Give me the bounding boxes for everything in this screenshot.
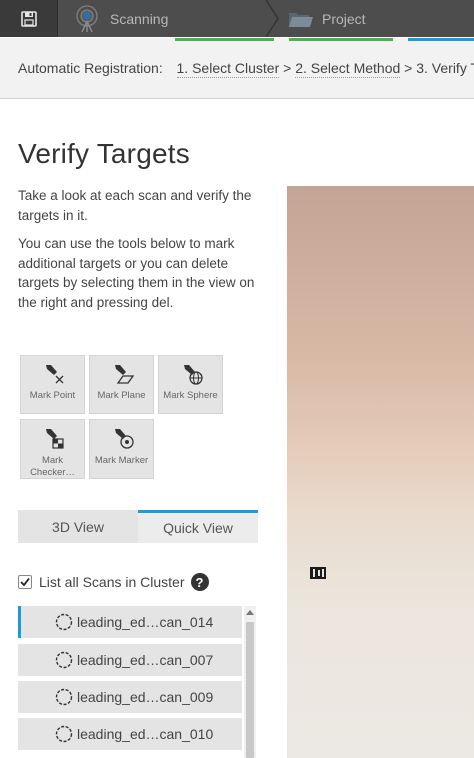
workflow-bar: Automatic Registration: 1. Select Cluste… — [0, 38, 474, 99]
mark-plane-icon — [115, 365, 134, 384]
nav-project[interactable]: Project — [288, 0, 366, 37]
mark-sphere-label: Mark Sphere — [163, 390, 218, 401]
mark-marker-icon — [115, 429, 134, 449]
mark-point-label: Mark Point — [29, 390, 76, 401]
step1-indicator — [175, 38, 274, 41]
scan-name: leading_ed…can_007 — [77, 652, 214, 668]
help-icon[interactable]: ? — [190, 573, 209, 591]
list-all-scans-row: List all Scans in Cluster ? — [18, 573, 209, 591]
step3-indicator — [408, 38, 474, 41]
nav-project-label: Project — [322, 10, 366, 27]
nav-scanning[interactable]: Scanning — [72, 0, 168, 37]
workflow-separator: > — [283, 60, 292, 76]
scan-name: leading_ed…can_010 — [77, 726, 214, 742]
tab-3d-view[interactable]: 3D View — [18, 510, 138, 543]
folder-icon — [288, 10, 314, 28]
workflow-step-select-cluster[interactable]: 1. Select Cluster — [176, 60, 280, 78]
step2-indicator — [289, 38, 393, 41]
scan-list-item[interactable]: leading_ed…can_014 — [18, 606, 242, 638]
list-all-scans-checkbox[interactable] — [18, 575, 32, 589]
workflow-prefix: Automatic Registration: — [18, 60, 163, 76]
top-bar: Scanning Project — [0, 0, 474, 37]
scan-list-item[interactable]: leading_ed…can_009 — [18, 681, 242, 713]
mark-plane-button[interactable]: Mark Plane — [89, 355, 154, 414]
tab-quick-view[interactable]: Quick View — [138, 510, 258, 543]
workflow-step-select-method[interactable]: 2. Select Method — [295, 60, 401, 78]
page-title: Verify Targets — [18, 138, 190, 169]
mark-checkerboard-label: Mark Checker… — [30, 455, 75, 478]
tools-help-text: You can use the tools below to mark addi… — [18, 236, 255, 310]
instructions-text: Take a look at each scan and verify the … — [18, 188, 252, 223]
mark-plane-label: Mark Plane — [97, 390, 146, 401]
workflow-separator: > — [404, 60, 413, 76]
mark-marker-label: Mark Marker — [94, 455, 149, 466]
scanner-icon — [72, 4, 102, 34]
scrollbar-thumb[interactable] — [246, 622, 254, 758]
workflow-step-verify-targets: 3. Verify Ta — [416, 60, 474, 76]
scan-name: leading_ed…can_009 — [77, 689, 214, 705]
scan-loading-icon — [55, 725, 73, 743]
target-marker-icon[interactable] — [310, 567, 326, 579]
mark-checkerboard-icon — [46, 429, 64, 449]
scan-list-item[interactable]: leading_ed…can_010 — [18, 718, 242, 750]
mark-marker-button[interactable]: Mark Marker — [89, 419, 154, 479]
mark-point-icon — [46, 365, 64, 384]
scroll-up-arrow-icon[interactable] — [244, 606, 256, 618]
breadcrumb-separator — [265, 0, 279, 37]
scan-loading-icon — [55, 651, 73, 669]
view-tabs: 3D View Quick View — [18, 510, 258, 543]
checkmark-icon — [20, 577, 30, 587]
list-all-scans-label[interactable]: List all Scans in Cluster — [39, 574, 185, 590]
mark-sphere-button[interactable]: Mark Sphere — [158, 355, 223, 414]
mark-sphere-icon — [184, 365, 203, 385]
scan-loading-icon — [55, 613, 73, 631]
scan-quick-view-viewport[interactable] — [287, 186, 474, 758]
scan-loading-icon — [55, 688, 73, 706]
save-button[interactable] — [0, 0, 58, 37]
scan-list-scrollbar[interactable] — [244, 606, 256, 758]
save-icon — [20, 10, 38, 28]
scan-list-item[interactable]: leading_ed…can_007 — [18, 644, 242, 676]
mark-point-button[interactable]: Mark Point — [20, 355, 85, 414]
mark-checkerboard-button[interactable]: Mark Checker… — [20, 419, 85, 479]
nav-scanning-label: Scanning — [110, 10, 169, 27]
scan-name: leading_ed…can_014 — [77, 614, 214, 630]
scan-list: leading_ed…can_014 leading_ed…can_007 le… — [18, 606, 258, 758]
